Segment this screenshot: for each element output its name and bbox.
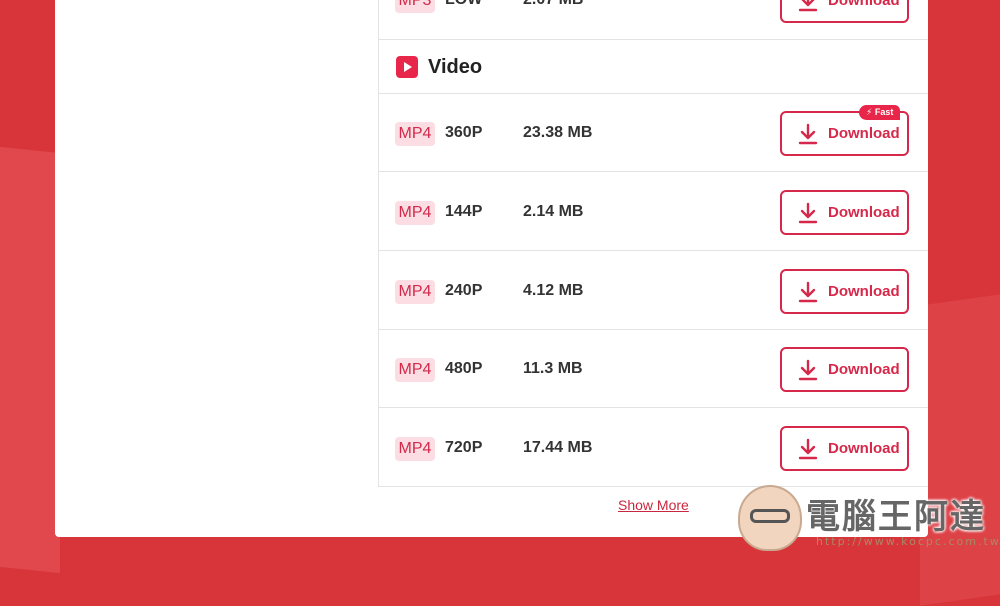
format-badge: MP4 — [395, 437, 435, 461]
download-button[interactable]: Download — [780, 426, 909, 471]
file-size: 23.38 MB — [523, 124, 593, 141]
quality-label: 360P — [445, 124, 483, 141]
download-label: Download — [828, 361, 900, 378]
table-row: MP4 480P 11.3 MB Download — [379, 330, 928, 408]
quality-label: 240P — [445, 282, 483, 299]
download-icon — [798, 438, 818, 460]
table-row: MP4 240P 4.12 MB Download — [379, 252, 928, 330]
play-icon — [396, 56, 418, 78]
download-button[interactable]: Download — [780, 190, 909, 235]
quality-label: 720P — [445, 439, 483, 456]
file-size: 4.12 MB — [523, 282, 584, 299]
download-label: Download — [828, 283, 900, 300]
section-title: Video — [428, 56, 483, 78]
file-size: 11.3 MB — [523, 360, 583, 377]
download-icon — [798, 281, 818, 303]
download-icon — [798, 123, 818, 145]
download-label: Download — [828, 125, 900, 142]
table-row: MP4 360P 23.38 MB ⚡ Fast Download — [379, 94, 928, 172]
download-label: Download — [828, 204, 900, 221]
background-shape — [920, 294, 1000, 606]
download-icon — [798, 202, 818, 224]
download-button[interactable]: Download — [780, 347, 909, 392]
file-size: 2.14 MB — [523, 203, 584, 220]
results-panel: MP3 LOW 2.07 MB Download Video MP4 360P … — [55, 0, 928, 537]
download-icon — [798, 359, 818, 381]
mascot-face — [738, 485, 802, 551]
table-row: MP3 LOW 2.07 MB Download — [379, 0, 928, 40]
format-badge: MP4 — [395, 280, 435, 304]
file-size: 2.07 MB — [523, 0, 583, 9]
download-results: MP3 LOW 2.07 MB Download Video MP4 360P … — [378, 0, 928, 487]
download-button[interactable]: Download — [780, 0, 909, 23]
quality-label: 144P — [445, 203, 483, 220]
quality-label: 480P — [445, 360, 483, 377]
download-button[interactable]: Download — [780, 269, 909, 314]
watermark-url: http://www.kocpc.com.tw — [816, 535, 1000, 548]
watermark-text: 電腦王阿達 — [806, 497, 986, 537]
table-row: MP4 144P 2.14 MB Download — [379, 173, 928, 251]
quality-label: LOW — [445, 0, 482, 9]
file-size: 17.44 MB — [523, 439, 593, 456]
video-section-header: Video — [379, 40, 928, 94]
format-badge: MP4 — [395, 122, 435, 146]
download-label: Download — [828, 440, 900, 457]
download-button[interactable]: ⚡ Fast Download — [780, 105, 909, 156]
format-badge: MP3 — [395, 0, 435, 13]
download-label: Download — [828, 0, 900, 9]
background-shape — [0, 146, 60, 574]
show-more-link[interactable]: Show More — [618, 497, 689, 513]
watermark-logo: 電腦王阿達 http://www.kocpc.com.tw — [738, 475, 1000, 555]
download-icon — [798, 0, 818, 12]
format-badge: MP4 — [395, 358, 435, 382]
fast-badge: ⚡ Fast — [859, 105, 901, 120]
format-badge: MP4 — [395, 201, 435, 225]
